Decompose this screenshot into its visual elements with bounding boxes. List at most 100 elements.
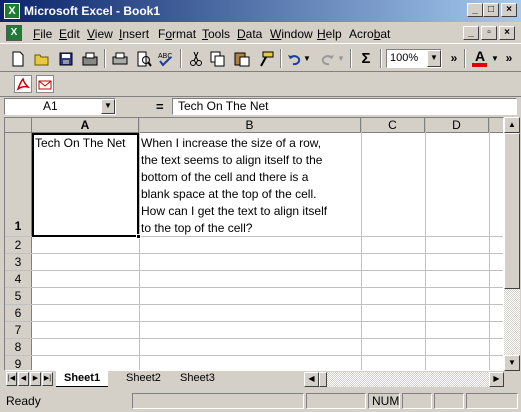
workbook-restore-button[interactable]: ▫ <box>481 26 497 40</box>
scroll-down-arrow-icon[interactable]: ▼ <box>504 355 520 371</box>
minimize-button[interactable]: _ <box>467 3 483 17</box>
menu-tools[interactable]: Tools <box>202 27 230 41</box>
column-header-b[interactable]: B <box>139 118 361 133</box>
chevron-down-icon[interactable]: ▼ <box>101 99 115 114</box>
name-box[interactable]: A1 ▼ <box>4 98 116 115</box>
undo-icon[interactable] <box>284 49 304 68</box>
column-header-c[interactable]: C <box>361 118 425 133</box>
scroll-right-arrow-icon[interactable]: ▶ <box>489 372 504 387</box>
grid-line <box>5 338 503 339</box>
toolbar-separator <box>464 49 466 68</box>
toolbar-options-icon[interactable]: » <box>448 49 460 68</box>
menu-help[interactable]: Help <box>317 27 342 41</box>
font-color-icon[interactable]: A <box>470 49 490 68</box>
formatting-options-icon[interactable]: » <box>503 49 515 68</box>
sheet-tab-sheet1[interactable]: Sheet1 <box>56 371 109 387</box>
font-color-dropdown-icon[interactable]: ▼ <box>490 49 500 68</box>
cell-b1-line: the text seems to align itself to the <box>141 153 323 167</box>
horizontal-scroll-thumb[interactable] <box>319 372 327 387</box>
row-header-8[interactable]: 8 <box>5 339 32 356</box>
cell-b1-line: How can I get the text to align itself <box>141 204 328 218</box>
redo-icon[interactable] <box>318 49 338 68</box>
status-pane <box>132 393 304 409</box>
grid-line <box>5 321 503 322</box>
vertical-scrollbar[interactable]: ▲ ▼ <box>504 117 520 371</box>
zoom-select[interactable]: 100% ▼ <box>386 49 442 68</box>
convert-to-pdf-icon[interactable] <box>14 75 32 93</box>
print-preview-icon[interactable] <box>134 49 154 68</box>
row-header-6[interactable]: 6 <box>5 305 32 322</box>
cut-icon[interactable] <box>186 49 206 68</box>
menu-data[interactable]: Data <box>237 27 262 41</box>
menu-file[interactable]: File <box>33 27 52 41</box>
menu-view[interactable]: View <box>87 27 113 41</box>
sheet-tab-sheet3[interactable]: Sheet3 <box>172 371 223 387</box>
sheet-tabs-bar: |◀ ◀ ▶ ▶| Sheet1 Sheet2 Sheet3 ◀ ▶ <box>4 371 520 388</box>
horizontal-scrollbar[interactable]: ◀ ▶ <box>304 372 504 387</box>
next-sheet-icon[interactable]: ▶ <box>30 372 41 386</box>
redo-dropdown-icon[interactable]: ▼ <box>336 49 346 68</box>
row-header-7[interactable]: 7 <box>5 322 32 339</box>
menu-window[interactable]: Window <box>270 27 313 41</box>
save-icon[interactable] <box>56 49 76 68</box>
cell-b1[interactable]: When I increase the size of a row, the t… <box>141 135 359 237</box>
cell-b1-line: to the top of the cell? <box>141 221 253 235</box>
grid-line <box>5 270 503 271</box>
menu-bar: X File Edit View Insert Format Tools Dat… <box>0 22 521 44</box>
cell-b1-line: bottom of the cell and there is a <box>141 170 309 184</box>
scroll-up-arrow-icon[interactable]: ▲ <box>504 117 520 133</box>
prev-sheet-icon[interactable]: ◀ <box>18 372 29 386</box>
menu-edit[interactable]: Edit <box>59 27 80 41</box>
acrobat-toolbar <box>0 72 521 97</box>
toolbar-separator <box>380 49 382 68</box>
name-box-value: A1 <box>43 99 58 113</box>
menu-acrobat[interactable]: Acrobat <box>349 27 390 41</box>
row-header-2[interactable]: 2 <box>5 237 32 254</box>
status-bar: Ready NUM <box>0 390 521 412</box>
workbook-close-button[interactable]: × <box>499 26 515 40</box>
grid-line <box>5 304 503 305</box>
row-header-1[interactable]: 1 <box>5 133 32 237</box>
row-header-3[interactable]: 3 <box>5 254 32 271</box>
excel-icon[interactable]: X <box>4 3 20 19</box>
column-header-e[interactable] <box>489 118 503 133</box>
new-icon[interactable] <box>8 49 28 68</box>
open-folder-icon[interactable] <box>32 49 52 68</box>
grid-line <box>5 253 503 254</box>
column-header-d[interactable]: D <box>425 118 489 133</box>
undo-dropdown-icon[interactable]: ▼ <box>302 49 312 68</box>
select-all-corner[interactable] <box>5 118 32 133</box>
formula-input[interactable]: Tech On The Net <box>172 98 517 115</box>
first-sheet-icon[interactable]: |◀ <box>6 372 17 386</box>
print-icon[interactable] <box>110 49 130 68</box>
menu-insert[interactable]: Insert <box>119 27 149 41</box>
last-sheet-icon[interactable]: ▶| <box>42 372 53 386</box>
status-pane <box>402 393 432 409</box>
window-title: Microsoft Excel - Book1 <box>24 4 161 18</box>
chevron-down-icon[interactable]: ▼ <box>427 50 441 67</box>
permission-icon[interactable] <box>80 49 100 68</box>
autosum-icon[interactable]: Σ <box>356 49 376 68</box>
copy-icon[interactable] <box>208 49 228 68</box>
pdf-email-icon[interactable] <box>36 75 54 93</box>
row-header-9[interactable]: 9 <box>5 356 32 370</box>
scroll-left-arrow-icon[interactable]: ◀ <box>304 372 319 387</box>
close-button[interactable]: × <box>501 3 517 17</box>
maximize-button[interactable]: □ <box>483 3 499 17</box>
status-ready: Ready <box>6 394 41 408</box>
sheet-tab-sheet2[interactable]: Sheet2 <box>118 371 169 387</box>
column-header-a[interactable]: A <box>32 118 139 133</box>
vertical-scroll-thumb[interactable] <box>504 133 520 289</box>
row-header-5[interactable]: 5 <box>5 288 32 305</box>
fill-handle[interactable] <box>136 234 141 239</box>
worksheet-grid[interactable]: A B C D 1 2 3 4 5 6 7 8 9 Tech On The Ne… <box>4 117 504 371</box>
row-header-4[interactable]: 4 <box>5 271 32 288</box>
format-painter-icon[interactable] <box>256 49 276 68</box>
paste-icon[interactable] <box>232 49 252 68</box>
workbook-minimize-button[interactable]: _ <box>463 26 479 40</box>
grid-line <box>361 118 362 370</box>
menu-format[interactable]: Format <box>158 27 196 41</box>
toolbar-separator <box>350 49 352 68</box>
spelling-icon[interactable]: ABC <box>156 49 176 68</box>
workbook-icon[interactable]: X <box>6 25 22 41</box>
